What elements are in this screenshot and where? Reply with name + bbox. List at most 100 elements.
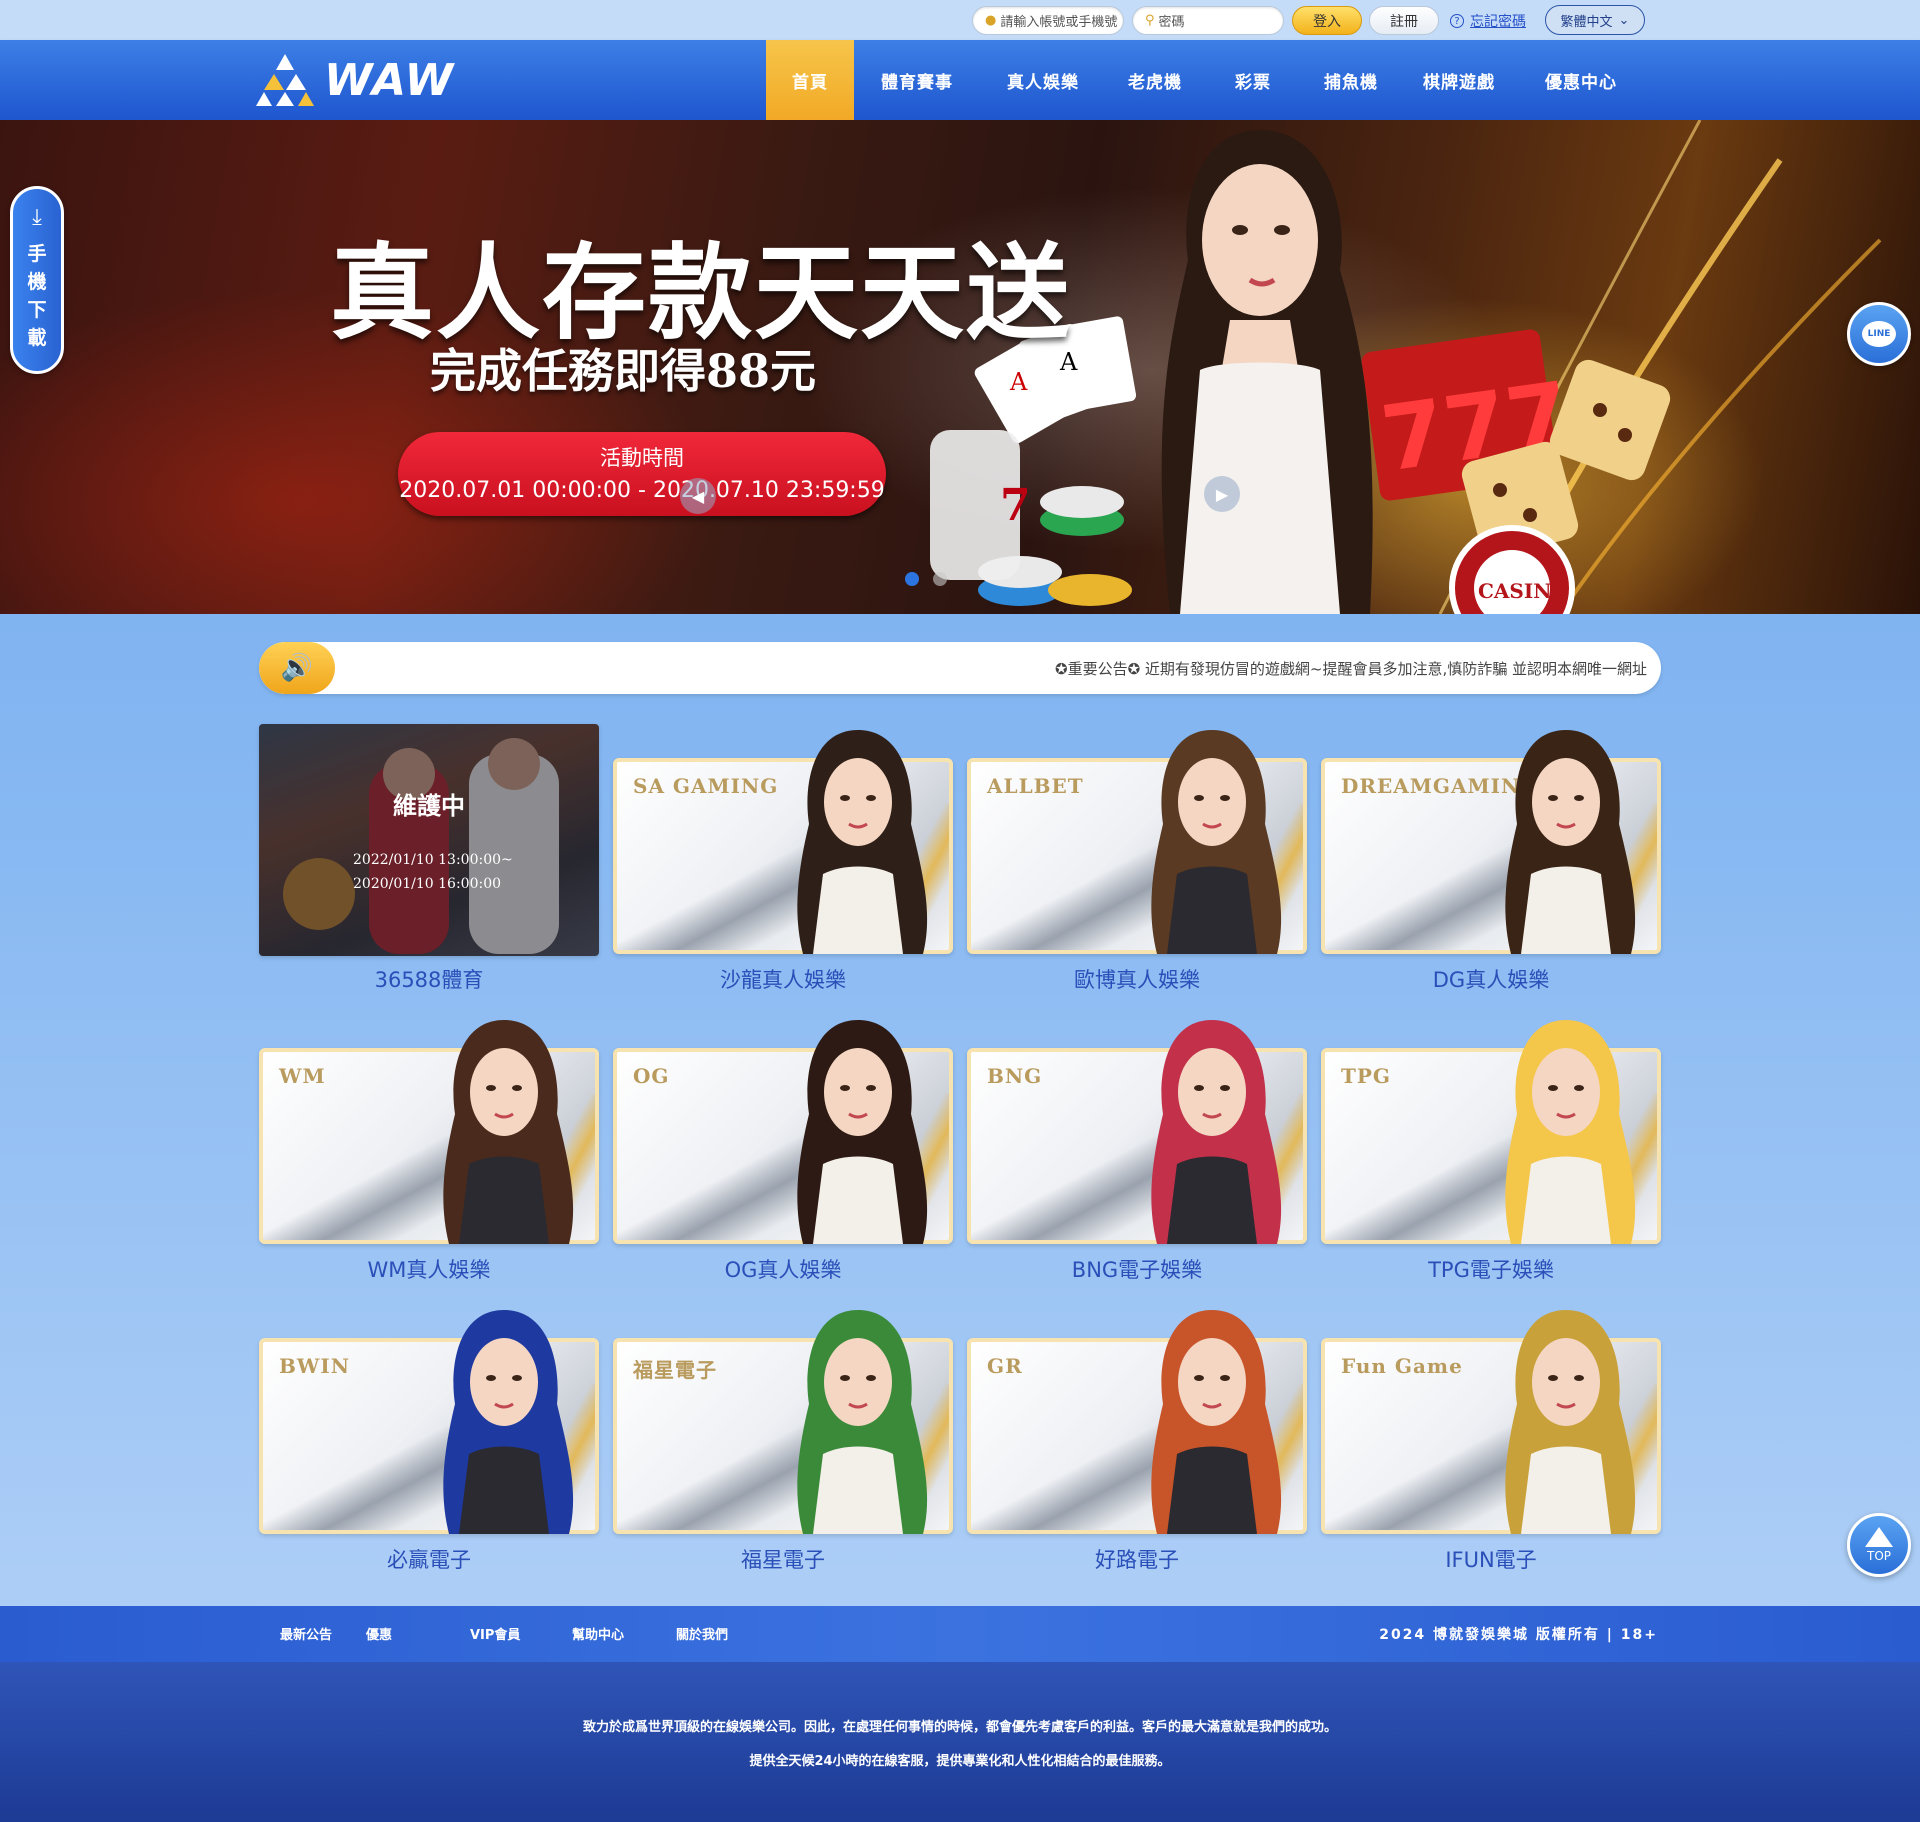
provider-logo: 福星電子 bbox=[633, 1358, 717, 1382]
game-label: 36588體育 bbox=[374, 968, 484, 992]
arrow-up-icon bbox=[1865, 1527, 1893, 1547]
game-thumbnail[interactable]: 維護中 2022/01/10 13:00:00~ 2020/01/10 16:00:… bbox=[259, 724, 599, 956]
game-label: WM真人娛樂 bbox=[367, 1258, 491, 1282]
event-time-range: 2020.07.01 00:00:00 - 2020.07.10 23:59:5… bbox=[399, 478, 885, 503]
banner-prev-arrow-icon[interactable]: ◀ bbox=[680, 478, 716, 514]
banner-subtitle: 完成任務即得88元 bbox=[430, 344, 817, 398]
game-label: DG真人娛樂 bbox=[1432, 968, 1550, 992]
banner-background-art: A A 7 777 CASINO bbox=[930, 120, 1882, 614]
question-icon: ? bbox=[1450, 14, 1464, 28]
game-character-image bbox=[1151, 730, 1282, 954]
forgot-password-link[interactable]: ? 忘記密碼 bbox=[1450, 11, 1526, 31]
provider-logo: OG bbox=[633, 1064, 670, 1088]
main-header: WAW 首頁 體育賽事 真人娛樂 老虎機 彩票 捕魚機 棋牌遊戲 優惠中心 bbox=[0, 40, 1920, 120]
footer-link[interactable]: 關於我們 bbox=[676, 1624, 756, 1643]
password-placeholder: 密碼 bbox=[1158, 15, 1185, 30]
game-character-image bbox=[797, 730, 928, 954]
chevron-down-icon: ⌄ bbox=[1618, 12, 1630, 28]
game-label: IFUN電子 bbox=[1445, 1548, 1537, 1572]
maintenance-overlay bbox=[259, 724, 599, 956]
provider-logo: SA GAMING bbox=[633, 774, 779, 798]
banner-dot[interactable] bbox=[933, 572, 947, 586]
game-character-image bbox=[797, 1310, 928, 1534]
nav-item-5[interactable]: 捕魚機 bbox=[1302, 40, 1400, 120]
download-icon: ⤓ bbox=[32, 205, 42, 230]
banner-pagination bbox=[905, 572, 947, 586]
language-select[interactable]: 繁體中文 ⌄ bbox=[1545, 5, 1645, 35]
provider-logo: BNG bbox=[987, 1064, 1043, 1088]
game-label: 好路電子 bbox=[1095, 1548, 1179, 1572]
footer-link[interactable]: VIP會員 bbox=[470, 1624, 572, 1643]
account-bar: ● 請輸入帳號或手機號 ⚲ 密碼 登入 註冊 ? 忘記密碼 繁體中文 ⌄ bbox=[0, 0, 1920, 40]
footer-links-bar: 最新公告 優惠 VIP會員 幫助中心 關於我們 2024 博就發娛樂城 版權所有 | 1… bbox=[0, 1606, 1920, 1662]
nav-item-1[interactable]: 體育賽事 bbox=[854, 40, 980, 120]
game-character-image bbox=[1151, 1020, 1282, 1244]
back-to-top-label: TOP bbox=[1866, 1549, 1891, 1563]
maintenance-title: 維護中 bbox=[393, 792, 465, 820]
footer-link[interactable]: 優惠 bbox=[366, 1624, 470, 1643]
maintenance-start: 2022/01/10 13:00:00~ bbox=[353, 852, 513, 868]
line-icon: LINE bbox=[1862, 321, 1896, 347]
footer-mission-text: 致力於成爲世界頂級的在線娛樂公司。因此，在處理任何事情的時候，都會優先考慮客戶的… bbox=[582, 1720, 1337, 1735]
key-icon: ⚲ bbox=[1145, 13, 1155, 28]
game-character-image bbox=[443, 1310, 574, 1534]
promo-banner[interactable]: A A 7 777 CASINO 真人存款天天送 完成任務即得88元 活動時間 … bbox=[0, 120, 1920, 614]
speaker-icon: 🔊 bbox=[259, 642, 335, 694]
game-label: BNG電子娛樂 bbox=[1071, 1258, 1203, 1282]
user-icon: ● bbox=[985, 13, 997, 28]
nav-item-0[interactable]: 首頁 bbox=[766, 40, 854, 120]
copyright-text: 2024 博就發娛樂城 版權所有 | 18+ bbox=[1379, 1627, 1658, 1643]
username-placeholder: 請輸入帳號或手機號 bbox=[1000, 15, 1118, 30]
provider-logo: Fun Game bbox=[1341, 1354, 1463, 1378]
footer-links: 最新公告 優惠 VIP會員 幫助中心 關於我們 bbox=[280, 1624, 756, 1643]
svg-text:CASINO: CASINO bbox=[1478, 579, 1569, 603]
nav-item-6[interactable]: 棋牌遊戲 bbox=[1400, 40, 1518, 120]
game-label: OG真人娛樂 bbox=[724, 1258, 842, 1282]
footer-link[interactable]: 幫助中心 bbox=[572, 1624, 676, 1643]
game-label: 必贏電子 bbox=[387, 1548, 471, 1572]
svg-text:7: 7 bbox=[1000, 480, 1031, 531]
mobile-download-button[interactable]: ⤓ 手機下載 bbox=[10, 186, 64, 374]
nav-item-7[interactable]: 優惠中心 bbox=[1518, 40, 1644, 120]
site-logo[interactable]: WAW bbox=[256, 52, 454, 108]
game-character-image bbox=[1505, 1020, 1636, 1244]
footer-link[interactable]: 最新公告 bbox=[280, 1624, 366, 1643]
event-time-label: 活動時間 bbox=[600, 446, 684, 470]
provider-logo: GR bbox=[987, 1354, 1023, 1378]
game-label: TPG電子娛樂 bbox=[1428, 1258, 1554, 1282]
logo-mark-icon bbox=[256, 54, 314, 106]
game-character-image bbox=[1505, 1310, 1636, 1534]
nav-item-4[interactable]: 彩票 bbox=[1204, 40, 1302, 120]
game-character-image bbox=[797, 1020, 928, 1244]
line-contact-button[interactable]: LINE bbox=[1847, 302, 1911, 366]
maintenance-time: 2022/01/10 13:00:00~ 2020/01/10 16:00:00 bbox=[353, 848, 513, 896]
nav-item-2[interactable]: 真人娛樂 bbox=[980, 40, 1106, 120]
back-to-top-button[interactable]: TOP bbox=[1847, 1513, 1911, 1577]
footer-service-text: 提供全天候24小時的在線客服，提供專業化和人性化相結合的最佳服務。 bbox=[749, 1754, 1171, 1769]
banner-next-arrow-icon[interactable]: ▶ bbox=[1204, 476, 1240, 512]
main-nav: 首頁 體育賽事 真人娛樂 老虎機 彩票 捕魚機 棋牌遊戲 優惠中心 bbox=[766, 40, 1644, 120]
password-input[interactable]: ⚲ 密碼 bbox=[1132, 6, 1284, 35]
banner-dot[interactable] bbox=[905, 572, 919, 586]
game-label: 歐博真人娛樂 bbox=[1074, 968, 1200, 992]
logo-text: WAW bbox=[324, 54, 455, 106]
game-character-image bbox=[1505, 730, 1636, 954]
game-character-image bbox=[443, 1020, 574, 1244]
footer: 致力於成爲世界頂級的在線娛樂公司。因此，在處理任何事情的時候，都會優先考慮客戶的… bbox=[0, 1662, 1920, 1822]
event-time-pill: 活動時間 2020.07.01 00:00:00 - 2020.07.10 23… bbox=[398, 432, 886, 516]
mobile-download-label: 手機下載 bbox=[27, 243, 47, 349]
provider-logo: WM bbox=[279, 1064, 326, 1088]
provider-logo: BWIN bbox=[279, 1354, 351, 1378]
svg-text:A: A bbox=[1009, 368, 1028, 396]
provider-logo: TPG bbox=[1341, 1064, 1392, 1088]
provider-logo: ALLBET bbox=[987, 774, 1084, 798]
username-input[interactable]: ● 請輸入帳號或手機號 bbox=[972, 6, 1124, 35]
language-value: 繁體中文 bbox=[1560, 14, 1613, 30]
announcement-text: ✪重要公告✪ 近期有發現仿冒的遊戲網~提醒會員多加注意,慎防詐騙 並認明本網唯一… bbox=[1055, 660, 1648, 678]
login-button[interactable]: 登入 bbox=[1292, 6, 1362, 35]
game-label: 沙龍真人娛樂 bbox=[720, 968, 846, 992]
nav-item-3[interactable]: 老虎機 bbox=[1106, 40, 1204, 120]
game-label: 福星電子 bbox=[741, 1548, 825, 1572]
game-character-image bbox=[1151, 1310, 1282, 1534]
register-button[interactable]: 註冊 bbox=[1369, 6, 1439, 35]
